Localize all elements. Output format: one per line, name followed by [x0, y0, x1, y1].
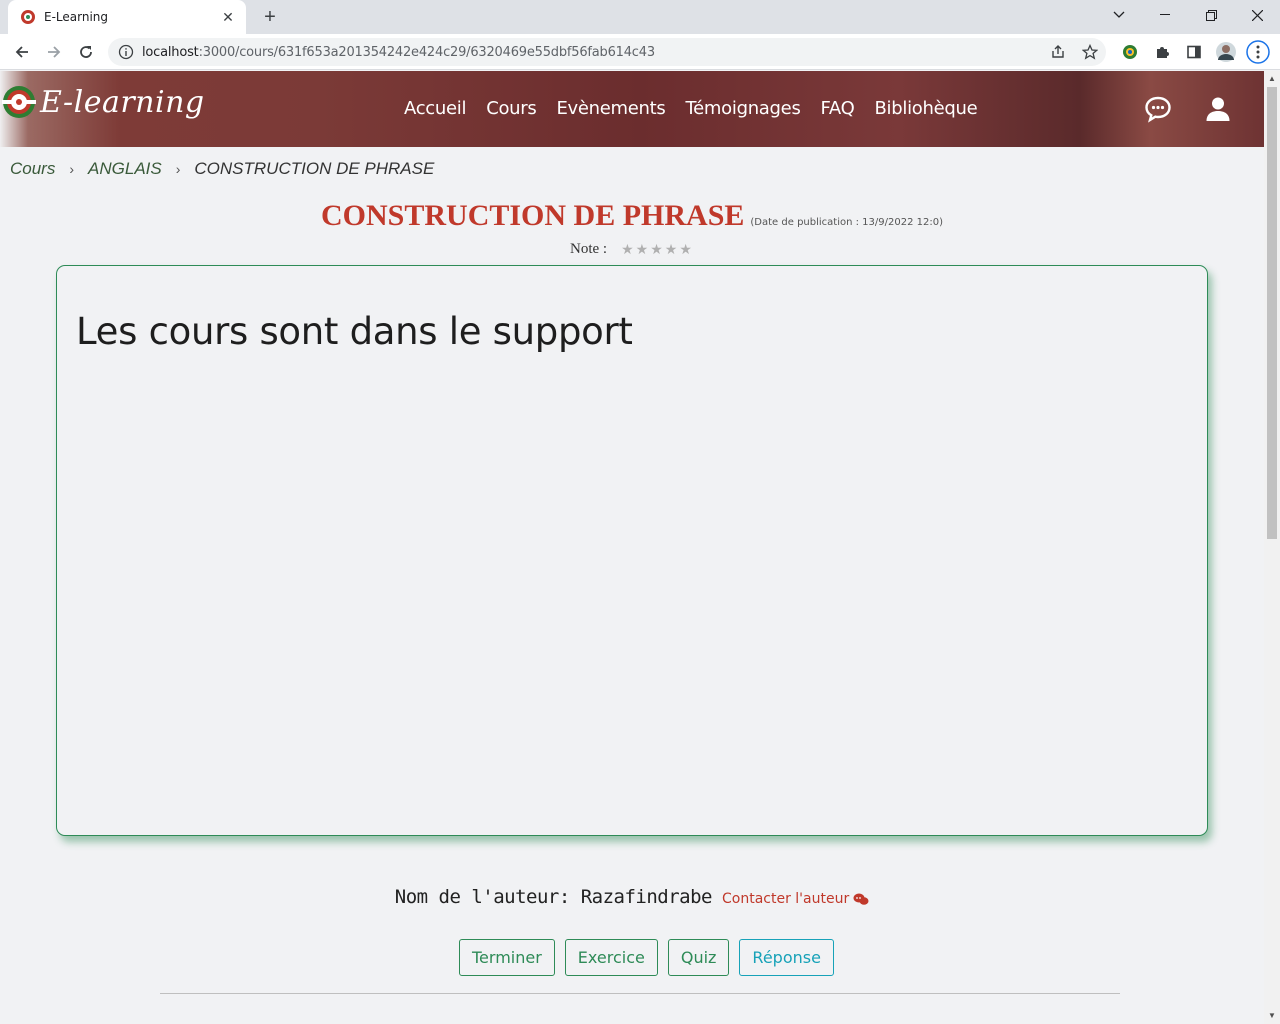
- logo-emblem-icon: [2, 86, 36, 118]
- rating-label: Note :: [570, 241, 608, 257]
- nav-temoignages[interactable]: Témoignages: [686, 98, 801, 119]
- breadcrumb-current: CONSTRUCTION DE PHRASE: [194, 159, 435, 178]
- page-viewport: E-learning Accueil Cours Evènements Témo…: [0, 71, 1264, 1024]
- nav-accueil[interactable]: Accueil: [404, 98, 466, 119]
- breadcrumb-anglais[interactable]: ANGLAIS: [88, 159, 162, 179]
- breadcrumb-separator-icon: ›: [175, 161, 181, 177]
- site-header: E-learning Accueil Cours Evènements Témo…: [0, 71, 1264, 147]
- star-1-icon[interactable]: ★: [621, 241, 634, 258]
- close-window-icon[interactable]: [1234, 0, 1280, 30]
- star-2-icon[interactable]: ★: [636, 241, 649, 258]
- nav-bibliotheque[interactable]: Bibliohèque: [875, 98, 978, 119]
- course-content-card: Les cours sont dans le support: [56, 265, 1208, 836]
- scroll-up-icon[interactable]: ▲: [1264, 71, 1280, 87]
- breadcrumb-separator-icon: ›: [69, 161, 75, 177]
- extension-globe-icon[interactable]: [1118, 40, 1142, 64]
- browser-menu-icon[interactable]: [1246, 40, 1270, 64]
- publication-date: (Date de publication : 13/9/2022 12:0): [750, 217, 943, 228]
- exercise-button[interactable]: Exercice: [564, 939, 658, 976]
- bookmark-star-icon[interactable]: [1078, 38, 1102, 66]
- restore-icon[interactable]: [1188, 0, 1234, 30]
- new-tab-button[interactable]: +: [258, 5, 282, 29]
- star-4-icon[interactable]: ★: [665, 241, 678, 258]
- chat-icon: [853, 893, 869, 905]
- reload-icon[interactable]: [74, 40, 98, 64]
- browser-toolbar: localhost:3000/cours/631f653a201354242e4…: [0, 34, 1280, 70]
- course-title: CONSTRUCTION DE PHRASE: [321, 199, 745, 232]
- page-scrollbar[interactable]: ▲ ▼: [1264, 71, 1280, 1024]
- logo-text: E-learning: [40, 84, 205, 120]
- answer-button[interactable]: Réponse: [739, 939, 834, 976]
- star-3-icon[interactable]: ★: [650, 241, 663, 258]
- breadcrumb: Cours › ANGLAIS › CONSTRUCTION DE PHRASE: [10, 159, 434, 179]
- nav-cours[interactable]: Cours: [486, 98, 537, 119]
- nav-faq[interactable]: FAQ: [821, 98, 855, 119]
- url-text[interactable]: localhost:3000/cours/631f653a201354242e4…: [142, 45, 655, 60]
- course-actions: Terminer Exercice Quiz Réponse: [459, 939, 834, 976]
- browser-tab[interactable]: E-Learning ✕: [8, 0, 246, 34]
- extensions-puzzle-icon[interactable]: [1150, 40, 1174, 64]
- address-bar[interactable]: localhost:3000/cours/631f653a201354242e4…: [108, 38, 1106, 66]
- contact-author-link[interactable]: Contacter l'auteur: [722, 891, 869, 907]
- url-path: :3000/cours/631f653a201354242e424c29/632…: [198, 44, 656, 60]
- url-host: localhost: [142, 44, 199, 60]
- tab-title: E-Learning: [44, 10, 109, 24]
- chat-bubble-icon[interactable]: [1144, 95, 1172, 123]
- site-info-icon[interactable]: [118, 44, 134, 60]
- star-rating[interactable]: ★ ★ ★ ★ ★: [621, 241, 692, 258]
- contact-author-label: Contacter l'auteur: [722, 891, 850, 907]
- back-icon[interactable]: [10, 40, 34, 64]
- section-divider: [160, 993, 1120, 994]
- author-name: Nom de l'auteur: Razafindrabe: [394, 886, 713, 908]
- site-favicon-icon: [21, 10, 35, 24]
- course-title-row: CONSTRUCTION DE PHRASE (Date de publicati…: [0, 199, 1264, 233]
- profile-avatar-icon[interactable]: [1214, 40, 1238, 64]
- tab-search-icon[interactable]: [1096, 0, 1142, 30]
- star-5-icon[interactable]: ★: [679, 241, 692, 258]
- browser-tabstrip: E-Learning ✕ +: [0, 0, 1280, 34]
- quiz-button[interactable]: Quiz: [667, 939, 730, 976]
- user-account-icon[interactable]: [1204, 95, 1232, 123]
- author-row: Nom de l'auteur: Razafindrabe Contacter …: [0, 886, 1264, 908]
- rating-row: Note : ★ ★ ★ ★ ★: [570, 241, 692, 258]
- share-icon[interactable]: [1046, 38, 1070, 66]
- breadcrumb-cours[interactable]: Cours: [10, 159, 55, 179]
- finish-button[interactable]: Terminer: [459, 939, 555, 976]
- forward-icon[interactable]: [42, 40, 66, 64]
- site-logo[interactable]: E-learning: [0, 83, 205, 121]
- scroll-down-icon[interactable]: ▼: [1264, 1008, 1280, 1024]
- tab-close-icon[interactable]: ✕: [220, 9, 236, 26]
- minimize-icon[interactable]: [1142, 0, 1188, 30]
- nav-evenements[interactable]: Evènements: [556, 98, 665, 119]
- main-nav: Accueil Cours Evènements Témoignages FAQ…: [404, 98, 978, 119]
- scrollbar-thumb[interactable]: [1267, 87, 1277, 539]
- content-heading: Les cours sont dans le support: [76, 310, 633, 353]
- side-panel-icon[interactable]: [1182, 40, 1206, 64]
